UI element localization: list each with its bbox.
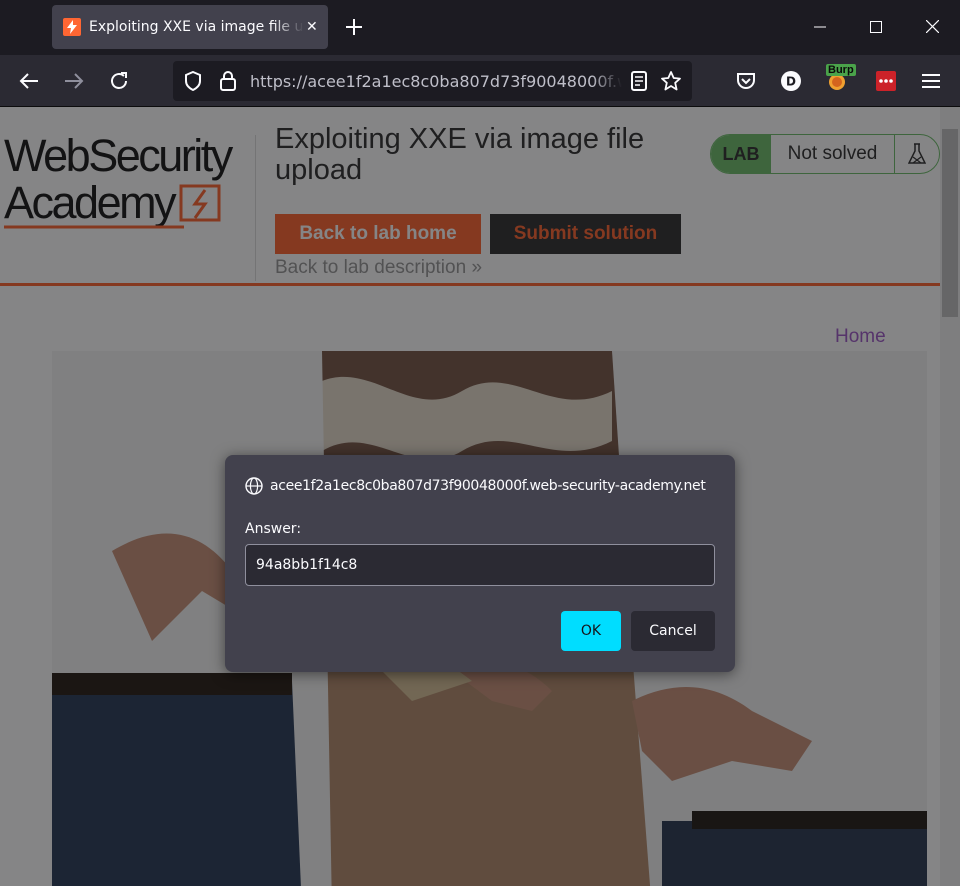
address-bar[interactable]: https://acee1f2a1ec8c0ba807d73f90048000f… — [173, 61, 692, 101]
tab-strip: Exploiting XXE via image file upload ✕ — [0, 0, 960, 55]
pocket-icon[interactable] — [735, 70, 757, 92]
reload-icon[interactable] — [108, 70, 130, 92]
dialog-origin-text: acee1f2a1ec8c0ba807d73f90048000f.web-sec… — [270, 478, 706, 494]
dialog-origin: acee1f2a1ec8c0ba807d73f90048000f.web-sec… — [245, 477, 706, 495]
shield-icon[interactable] — [182, 70, 204, 92]
answer-label: Answer: — [245, 521, 302, 537]
close-window-icon[interactable] — [925, 18, 940, 37]
lock-icon[interactable] — [217, 70, 239, 92]
navigation-toolbar: https://acee1f2a1ec8c0ba807d73f90048000f… — [0, 55, 960, 107]
new-tab-icon[interactable] — [344, 17, 364, 37]
tab-active[interactable]: Exploiting XXE via image file upload ✕ — [52, 5, 328, 49]
cancel-button[interactable]: Cancel — [631, 611, 715, 651]
reader-view-icon[interactable] — [628, 70, 650, 92]
password-manager-icon[interactable] — [875, 70, 897, 92]
ok-button[interactable]: OK — [561, 611, 621, 651]
tab-title: Exploiting XXE via image file upload — [89, 19, 304, 35]
lightning-favicon-icon — [63, 18, 81, 36]
account-initial: D — [786, 75, 796, 89]
account-icon[interactable]: D — [780, 70, 802, 92]
bookmark-star-icon[interactable] — [660, 70, 682, 92]
answer-input[interactable] — [245, 544, 715, 586]
back-arrow-icon[interactable] — [18, 70, 40, 92]
tab-close-icon[interactable]: ✕ — [306, 19, 318, 35]
forward-arrow-icon[interactable] — [63, 70, 85, 92]
maximize-icon[interactable] — [870, 18, 882, 37]
minimize-icon[interactable] — [814, 18, 826, 37]
url-text[interactable]: https://acee1f2a1ec8c0ba807d73f90048000f… — [250, 72, 622, 91]
burp-label: Burp — [826, 64, 856, 76]
prompt-dialog: acee1f2a1ec8c0ba807d73f90048000f.web-sec… — [225, 455, 735, 672]
menu-icon[interactable] — [920, 70, 942, 92]
globe-icon — [245, 477, 263, 495]
